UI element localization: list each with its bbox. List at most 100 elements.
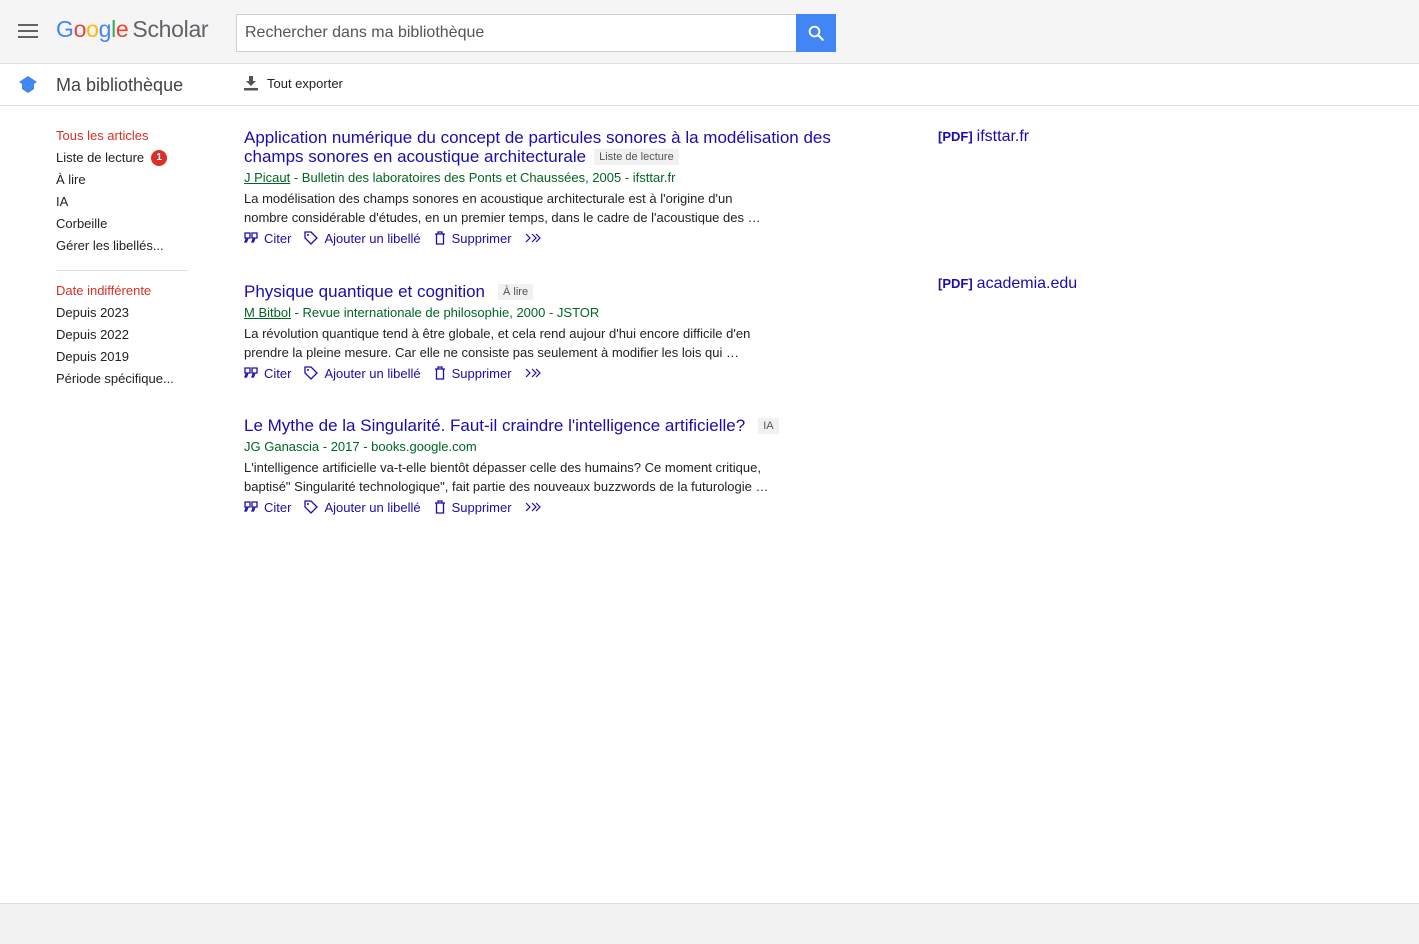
author-link[interactable]: J Picaut <box>244 170 290 185</box>
result-title-link[interactable]: Le Mythe de la Singularité. Faut-il crai… <box>244 416 844 435</box>
more-button[interactable] <box>525 368 547 378</box>
action-label: Ajouter un libellé <box>324 230 421 246</box>
sidebar-item-ia[interactable]: IA <box>56 194 188 216</box>
double-chevron-icon <box>525 233 541 243</box>
result-title: Application numérique du concept de part… <box>244 128 831 166</box>
result-item: Application numérique du concept de part… <box>244 128 844 247</box>
action-label: Supprimer <box>451 230 512 246</box>
trash-icon <box>434 366 445 380</box>
logo-letter: G <box>56 16 74 42</box>
pdf-source: ifsttar.fr <box>976 128 1030 145</box>
label-chip[interactable]: IA <box>758 418 779 434</box>
double-chevron-icon <box>525 502 541 512</box>
export-all-button[interactable]: Tout exporter <box>244 76 343 91</box>
quote-icon <box>244 367 258 378</box>
pdf-link[interactable]: [PDF] ifsttar.fr <box>938 128 1029 146</box>
export-label: Tout exporter <box>267 76 343 91</box>
library-bar: Ma bibliothèque Tout exporter <box>0 64 1419 106</box>
date-filter-label: Depuis 2023 <box>56 305 129 320</box>
quote-icon <box>244 232 258 243</box>
search-button[interactable] <box>796 14 836 52</box>
add-label-button[interactable]: Ajouter un libellé <box>304 365 421 381</box>
result-actions: Citer Ajouter un libellé Supprimer <box>244 498 844 516</box>
logo-letter: o <box>73 16 87 42</box>
publication-info: - Revue internationale de philosophie, 2… <box>290 305 600 320</box>
result-snippet: La modélisation des champs sonores en ac… <box>244 191 761 225</box>
label-chip[interactable]: À lire <box>498 284 534 300</box>
action-label: Citer <box>264 365 292 381</box>
date-custom-range[interactable]: Période spécifique... <box>56 371 188 393</box>
sidebar: Tous les articles Liste de lecture 1 À li… <box>56 128 188 393</box>
sidebar-item-reading-list[interactable]: Liste de lecture 1 <box>56 150 188 172</box>
sidebar-item-to-read[interactable]: À lire <box>56 172 188 194</box>
add-label-button[interactable]: Ajouter un libellé <box>304 230 421 246</box>
menu-icon[interactable] <box>18 24 38 40</box>
pdf-tag: [PDF] <box>938 276 973 291</box>
date-filter-label: Depuis 2022 <box>56 327 129 342</box>
delete-button[interactable]: Supprimer <box>434 366 512 381</box>
footer <box>0 903 1419 944</box>
sidebar-item-label: À lire <box>56 172 86 187</box>
date-since-2022[interactable]: Depuis 2022 <box>56 327 188 349</box>
sidebar-item-label: Tous les articles <box>56 128 149 143</box>
pdf-tag: [PDF] <box>938 129 973 144</box>
delete-button[interactable]: Supprimer <box>434 231 512 246</box>
result-snippet: La révolution quantique tend à être glob… <box>244 326 751 360</box>
logo-letter: g <box>98 16 112 42</box>
download-icon <box>244 76 258 91</box>
count-badge: 1 <box>151 150 168 166</box>
search-icon <box>808 25 824 41</box>
result-item: Le Mythe de la Singularité. Faut-il crai… <box>244 416 844 516</box>
sidebar-item-manage-labels[interactable]: Gérer les libellés... <box>56 238 188 260</box>
date-since-2019[interactable]: Depuis 2019 <box>56 349 188 371</box>
cite-button[interactable]: Citer <box>244 366 291 381</box>
pdf-link[interactable]: [PDF] academia.edu <box>938 275 1077 293</box>
tag-icon <box>304 231 319 245</box>
trash-icon <box>434 500 445 514</box>
logo-scholar-text: Scholar <box>132 16 209 42</box>
date-filter-label: Période spécifique... <box>56 371 174 386</box>
action-label: Supprimer <box>451 365 512 381</box>
cite-button[interactable]: Citer <box>244 500 291 515</box>
action-label: Ajouter un libellé <box>324 365 421 381</box>
sidebar-item-trash[interactable]: Corbeille <box>56 216 188 238</box>
quote-icon <box>244 501 258 512</box>
more-button[interactable] <box>525 502 547 512</box>
more-button[interactable] <box>525 233 547 243</box>
cite-button[interactable]: Citer <box>244 231 291 246</box>
google-scholar-logo[interactable]: Google Scholar <box>56 16 209 43</box>
action-label: Citer <box>264 499 292 515</box>
page-title: Ma bibliothèque <box>56 75 184 95</box>
date-filter-label: Depuis 2019 <box>56 349 129 364</box>
action-label: Ajouter un libellé <box>324 499 421 515</box>
result-title-link[interactable]: Application numérique du concept de part… <box>244 128 844 166</box>
result-snippet: L'intelligence artificielle va-t-elle bi… <box>244 460 769 494</box>
sidebar-item-all-articles[interactable]: Tous les articles <box>56 128 188 150</box>
search-input[interactable] <box>236 14 797 52</box>
author-link[interactable]: M Bitbol <box>244 305 291 320</box>
date-since-2023[interactable]: Depuis 2023 <box>56 305 188 327</box>
sidebar-item-label: Liste de lecture <box>56 150 145 165</box>
pdf-source: academia.edu <box>976 275 1078 292</box>
result-title-link[interactable]: Physique quantique et cognition À lire <box>244 282 844 301</box>
result-item: Physique quantique et cognition À lire M … <box>244 282 844 382</box>
delete-button[interactable]: Supprimer <box>434 500 512 515</box>
action-label: Supprimer <box>451 499 512 515</box>
double-chevron-icon <box>525 368 541 378</box>
add-label-button[interactable]: Ajouter un libellé <box>304 499 421 515</box>
result-title: Le Mythe de la Singularité. Faut-il crai… <box>244 416 746 435</box>
result-meta: J Picaut - Bulletin des laboratoires des… <box>244 170 844 186</box>
date-any[interactable]: Date indifférente <box>56 283 188 305</box>
logo-letter: o <box>86 16 99 42</box>
logo-letter: e <box>115 16 129 42</box>
result-title: Physique quantique et cognition <box>244 282 486 301</box>
top-bar: Google Scholar <box>0 0 1419 64</box>
sidebar-item-label: IA <box>56 194 69 209</box>
library-icon <box>19 76 37 93</box>
sidebar-divider <box>56 270 188 271</box>
tag-icon <box>304 500 319 514</box>
label-chip[interactable]: Liste de lecture <box>594 149 679 165</box>
action-label: Citer <box>264 230 292 246</box>
publication-info: JG Ganascia - 2017 - books.google.com <box>244 439 477 454</box>
sidebar-item-label: Corbeille <box>56 216 108 231</box>
